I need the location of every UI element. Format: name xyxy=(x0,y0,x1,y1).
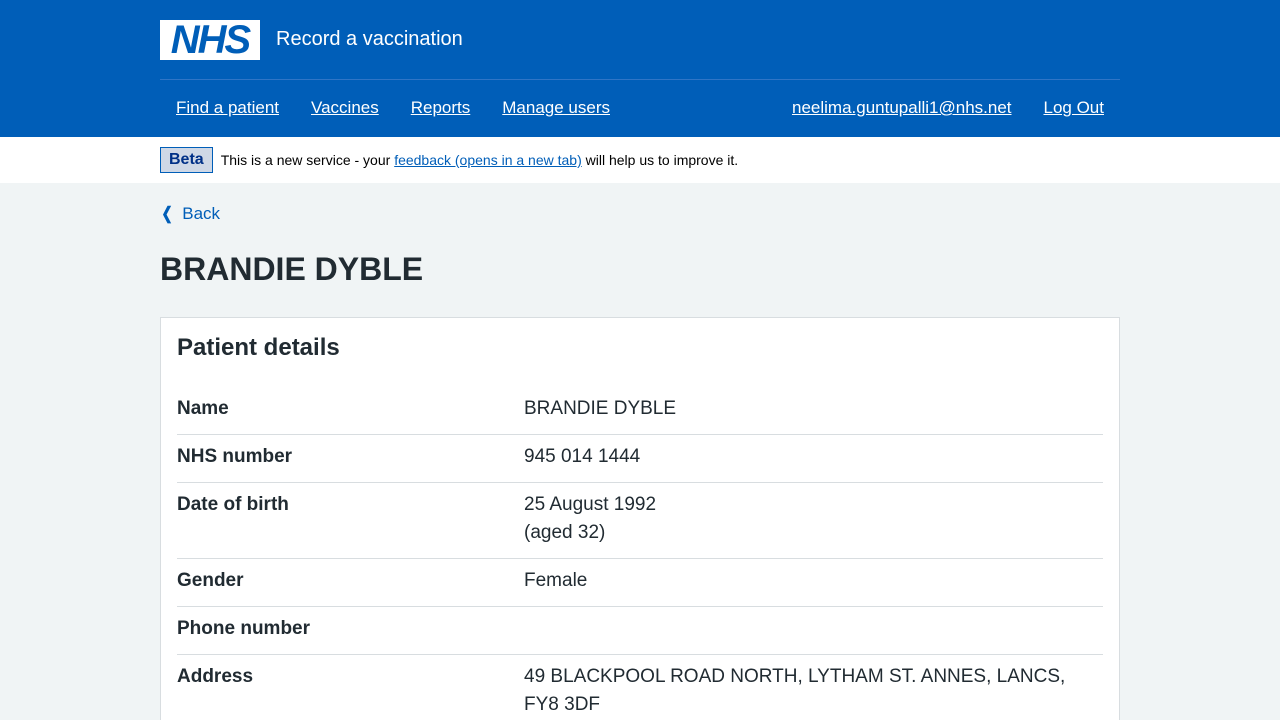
row-key: Address xyxy=(177,666,254,687)
site-header: NHS Record a vaccination Find a patient … xyxy=(0,0,1280,137)
row-nhs-number: NHS number 945 014 1444 xyxy=(177,435,1103,483)
logout-link[interactable]: Log Out xyxy=(1028,98,1121,118)
nav-reports[interactable]: Reports xyxy=(395,98,487,118)
row-value: 49 BLACKPOOL ROAD NORTH, LYTHAM ST. ANNE… xyxy=(524,663,1103,719)
row-value: Female xyxy=(524,570,588,591)
logo-text: NHS xyxy=(170,17,251,62)
row-phone-number: Phone number xyxy=(177,607,1103,655)
row-key: Name xyxy=(177,398,229,419)
beta-banner: Beta This is a new service - your feedba… xyxy=(0,137,1280,183)
row-gender: Gender Female xyxy=(177,559,1103,607)
age-value: (aged 32) xyxy=(524,522,606,543)
beta-tag: Beta xyxy=(160,147,213,173)
beta-text: This is a new service - your feedback (o… xyxy=(221,152,738,168)
card-title: Patient details xyxy=(177,334,340,361)
row-key: Date of birth xyxy=(177,494,289,515)
row-value: 945 014 1444 xyxy=(524,446,641,467)
row-name: Name BRANDIE DYBLE xyxy=(177,387,1103,435)
nav-vaccines[interactable]: Vaccines xyxy=(295,98,395,118)
beta-text-after: will help us to improve it. xyxy=(581,152,739,168)
nhs-logo[interactable]: NHS xyxy=(160,17,260,62)
row-key: NHS number xyxy=(177,446,293,467)
dob-value: 25 August 1992 xyxy=(524,494,657,515)
row-key: Phone number xyxy=(177,618,311,639)
user-email-link[interactable]: neelima.guntupalli1@nhs.net xyxy=(776,98,1028,118)
address-line-1: 49 BLACKPOOL ROAD NORTH, LYTHAM ST. ANNE… xyxy=(524,666,1066,687)
row-key: Gender xyxy=(177,570,244,591)
address-line-2: FY8 3DF xyxy=(524,694,601,715)
nav-find-patient[interactable]: Find a patient xyxy=(160,98,295,118)
row-value xyxy=(524,615,1103,643)
service-name[interactable]: Record a vaccination xyxy=(276,28,463,51)
back-label: Back xyxy=(182,204,221,223)
patient-details-card: Patient details Name BRANDIE DYBLE NHS n… xyxy=(160,317,1120,720)
page-title: BRANDIE DYBLE xyxy=(160,251,424,287)
back-link[interactable]: ❮ Back xyxy=(160,204,1120,224)
beta-text-before: This is a new service - your xyxy=(220,152,395,168)
nav-manage-users[interactable]: Manage users xyxy=(486,98,626,118)
row-date-of-birth: Date of birth 25 August 1992 (aged 32) xyxy=(177,483,1103,559)
row-address: Address 49 BLACKPOOL ROAD NORTH, LYTHAM … xyxy=(177,655,1103,720)
row-value: 25 August 1992 (aged 32) xyxy=(524,491,1103,547)
row-value: BRANDIE DYBLE xyxy=(524,398,677,419)
primary-nav: Find a patient Vaccines Reports Manage u… xyxy=(160,80,1120,136)
chevron-left-icon: ❮ xyxy=(161,204,173,223)
feedback-link[interactable]: feedback (opens in a new tab) xyxy=(394,152,582,168)
